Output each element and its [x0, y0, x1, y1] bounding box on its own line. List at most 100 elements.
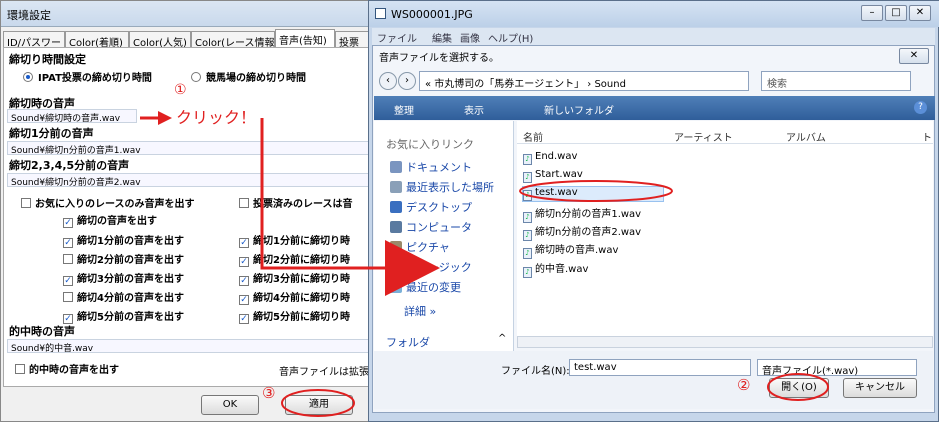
three-min-close-checkbox[interactable]: ✓ 締切3分前に締切り時	[239, 270, 350, 286]
ok-button[interactable]: OK	[201, 395, 259, 415]
file-name: test.wav	[535, 187, 578, 198]
one-min-sound-field[interactable]: Sound¥締切n分前の音声1.wav	[7, 141, 377, 155]
file-item[interactable]: ♪ 締切n分前の音声1.wav	[523, 205, 641, 223]
file-item[interactable]: ♪ Start.wav	[523, 169, 583, 183]
apply-button[interactable]: 適用	[285, 395, 353, 415]
checkbox-off-icon	[15, 364, 25, 374]
filetype-select[interactable]: 音声ファイル(*.wav)	[757, 359, 917, 377]
checkbox-on-icon: ✓	[63, 238, 73, 248]
col-album[interactable]: アルバム	[786, 129, 826, 144]
tab-color-order[interactable]: Color(着順)	[65, 31, 129, 48]
folders-toggle[interactable]: フォルダ	[386, 334, 430, 350]
one-min-checkbox[interactable]: ✓ 締切1分前の音声を出す	[63, 232, 184, 248]
hit-check-label: 的中時の音声を出す	[29, 365, 119, 376]
new-folder-button[interactable]: 新しいフォルダ	[544, 102, 614, 117]
desktop-icon	[390, 201, 402, 213]
one-min-close-checkbox[interactable]: ✓ 締切1分前に締切り時	[239, 232, 350, 248]
one-min-sound-header: 締切1分前の音声	[9, 127, 94, 140]
radio-keiba[interactable]: 競馬場の締め切り時間	[191, 69, 306, 84]
col-artist[interactable]: アーティスト	[674, 129, 733, 144]
check-label: 締切2分前の音声を出す	[77, 255, 184, 266]
menu-file[interactable]: ファイル	[377, 30, 417, 45]
menu-help[interactable]: ヘルプ(H)	[488, 30, 533, 45]
nav-desktop[interactable]: デスクトップ	[406, 199, 472, 215]
view-button[interactable]: 表示	[464, 102, 484, 117]
file-item[interactable]: ♪ 的中音.wav	[523, 260, 588, 278]
check-label: 締切5分前の音声を出す	[77, 312, 184, 323]
four-min-close-checkbox[interactable]: ✓ 締切4分前に締切り時	[239, 289, 350, 305]
checkbox-off-icon	[63, 254, 73, 264]
pictures-icon	[390, 241, 402, 253]
cancel-button[interactable]: キャンセル	[843, 378, 917, 398]
audio-file-icon: ♪	[523, 172, 532, 183]
horizontal-scrollbar[interactable]	[517, 336, 933, 348]
three-min-checkbox[interactable]: ✓ 締切3分前の音声を出す	[63, 270, 184, 286]
tab-id-password[interactable]: ID/パスワード	[3, 31, 65, 48]
step3-marker: ③	[262, 384, 276, 402]
tab-sound-notice[interactable]: 音声(告知)	[275, 29, 335, 48]
col-name[interactable]: 名前	[523, 129, 543, 144]
voted-skip-checkbox[interactable]: 投票済みのレースは音	[239, 195, 353, 210]
file-item[interactable]: ♪ End.wav	[523, 151, 577, 165]
dialog-close-icon[interactable]: ✕	[899, 48, 929, 64]
menu-edit[interactable]: 編集	[432, 30, 452, 45]
recent-places-icon	[390, 181, 402, 193]
ext-note: 音声ファイルは拡張子	[279, 367, 379, 378]
forward-icon[interactable]: ›	[398, 72, 416, 90]
close-sound-checkbox[interactable]: ✓ 締切の音声を出す	[63, 212, 157, 228]
nav-recent-places[interactable]: 最近表示した場所	[406, 179, 494, 195]
tab-color-race[interactable]: Color(レース情報)	[191, 31, 275, 48]
audio-file-icon: ♪	[523, 212, 532, 223]
radio-on-icon	[23, 72, 33, 82]
checkbox-on-icon: ✓	[239, 257, 249, 267]
maximize-icon[interactable]: □	[885, 5, 907, 21]
file-item-selected[interactable]: ♪ test.wav	[522, 186, 664, 202]
open-button[interactable]: 開く(O)	[769, 378, 829, 398]
check-label: 締切2分前に締切り時	[253, 255, 350, 266]
minimize-icon[interactable]: –	[861, 5, 883, 21]
address-bar[interactable]: « 市丸博司の「馬券エージェント」 › Sound	[419, 71, 749, 91]
nav-recent-changes[interactable]: 最近の変更	[406, 279, 461, 295]
file-item[interactable]: ♪ 締切時の音声.wav	[523, 241, 618, 259]
search-input[interactable]: 検索	[761, 71, 911, 91]
nav-pictures[interactable]: ピクチャ	[406, 239, 450, 255]
help-icon[interactable]: ?	[914, 101, 927, 114]
five-min-close-checkbox[interactable]: ✓ 締切5分前に締切り時	[239, 308, 350, 324]
nav-more[interactable]: 詳細 »	[404, 303, 436, 319]
back-icon[interactable]: ‹	[379, 72, 397, 90]
radio-off-icon	[191, 72, 201, 82]
four-min-checkbox[interactable]: 締切4分前の音声を出す	[63, 289, 184, 304]
tab-vote[interactable]: 投票	[335, 31, 371, 48]
multi-min-sound-header: 締切2,3,4,5分前の音声	[9, 159, 130, 172]
file-item[interactable]: ♪ 締切n分前の音声2.wav	[523, 223, 641, 241]
menu-image[interactable]: 画像	[460, 30, 480, 45]
multi-min-sound-field[interactable]: Sound¥締切n分前の音声2.wav	[7, 173, 377, 187]
checkbox-on-icon: ✓	[63, 218, 73, 228]
hit-sound-checkbox[interactable]: 的中時の音声を出す	[15, 361, 119, 376]
five-min-checkbox[interactable]: ✓ 締切5分前の音声を出す	[63, 308, 184, 324]
toolbar: 整理 表示 新しいフォルダ ?	[374, 96, 935, 120]
audio-file-icon: ♪	[523, 230, 532, 241]
col-track[interactable]: ト	[922, 129, 932, 144]
radio-keiba-label: 競馬場の締め切り時間	[206, 73, 306, 84]
documents-icon	[390, 161, 402, 173]
checkbox-off-icon	[63, 292, 73, 302]
two-min-close-checkbox[interactable]: ✓ 締切2分前に締切り時	[239, 251, 350, 267]
chevron-up-icon[interactable]: ^	[498, 333, 506, 344]
radio-ipat[interactable]: IPAT投票の締め切り時間	[23, 69, 152, 84]
nav-documents[interactable]: ドキュメント	[406, 159, 472, 175]
window-title: WS000001.JPG	[391, 8, 473, 21]
check-label: 締切4分前の音声を出す	[77, 293, 184, 304]
fav-only-checkbox[interactable]: お気に入りのレースのみ音声を出す	[21, 195, 195, 210]
nav-computer[interactable]: コンピュータ	[406, 219, 472, 235]
two-min-checkbox[interactable]: 締切2分前の音声を出す	[63, 251, 184, 266]
filename-input[interactable]: test.wav	[569, 359, 751, 376]
close-icon[interactable]: ✕	[909, 5, 931, 21]
hit-sound-header: 的中時の音声	[9, 325, 75, 338]
nav-music[interactable]: ミュージック	[406, 259, 472, 275]
close-sound-field[interactable]: Sound¥締切時の音声.wav	[7, 109, 137, 123]
organize-button[interactable]: 整理	[394, 102, 414, 117]
tab-color-popularity[interactable]: Color(人気)	[129, 31, 191, 48]
check-label: 締切1分前に締切り時	[253, 236, 350, 247]
hit-sound-field[interactable]: Sound¥的中音.wav	[7, 339, 377, 353]
